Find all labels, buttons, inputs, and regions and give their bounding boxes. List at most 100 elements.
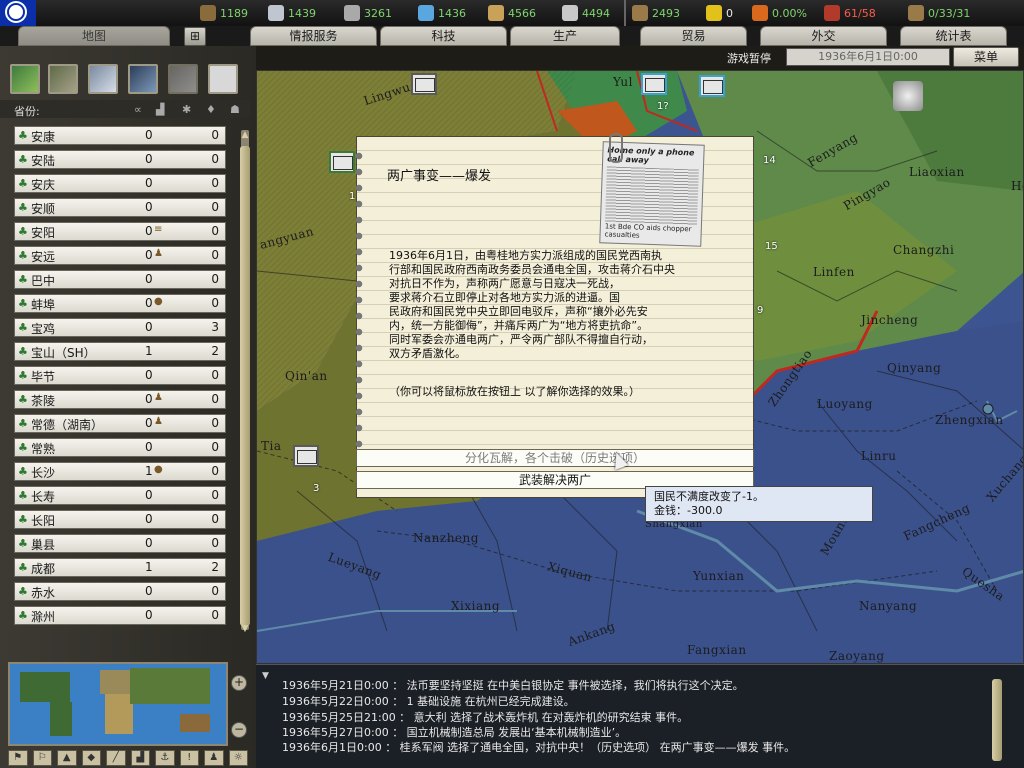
resource-value: 1189 — [220, 6, 248, 20]
tab-statistics[interactable]: 统计表 — [900, 26, 1007, 46]
province-row[interactable]: ♣ 巴中 0 0 — [14, 270, 226, 289]
province-row[interactable]: ♣ 长阳 0 0 — [14, 510, 226, 529]
resource-item[interactable]: 61/58 — [824, 4, 876, 22]
resource-item[interactable]: 4566 — [488, 4, 536, 22]
settings-filter-icon[interactable]: ☼ — [228, 750, 248, 766]
unit-counter-icon[interactable] — [641, 73, 667, 95]
province-row[interactable]: ♣ 长沙 1 ● 0 — [14, 462, 226, 481]
province-row[interactable]: ♣ 安庆 0 0 — [14, 174, 226, 193]
province-row[interactable]: ♣ 长寿 0 0 — [14, 486, 226, 505]
province-name: 宝鸡 — [31, 322, 56, 336]
terrain-mode-icon[interactable] — [10, 64, 40, 94]
resource-item[interactable]: 1189 — [200, 4, 248, 22]
province-row[interactable]: ♣ 成都 1 2 — [14, 558, 226, 577]
event-choice-historical[interactable]: 分化瓦解，各个击破（历史选项） — [356, 449, 754, 467]
province-row[interactable]: ♣ 安阳 0 ≡ 0 — [14, 222, 226, 241]
tab-map[interactable]: 地图 — [18, 26, 170, 46]
province-value-2: 0 — [211, 584, 219, 598]
navy-mode-icon[interactable] — [128, 64, 158, 94]
resource-item[interactable]: 2493 — [632, 4, 680, 22]
resource-item[interactable]: 0/33/31 — [908, 4, 970, 22]
resource-item[interactable]: 0.00% — [752, 4, 807, 22]
resource-value: 4494 — [582, 6, 610, 20]
oil-icon[interactable]: ♦ — [206, 103, 216, 116]
unit-counter-icon[interactable] — [699, 75, 725, 97]
map-label: Linru — [861, 449, 897, 463]
tooltip-line: 国民不满度改变了-1。 — [654, 490, 764, 503]
province-scroll-thumb[interactable] — [240, 146, 250, 626]
resource-item[interactable]: 0 — [706, 4, 733, 22]
army-mode-icon[interactable] — [48, 64, 78, 94]
province-name: 安庆 — [31, 178, 56, 192]
province-row[interactable]: ♣ 安康 0 0 — [14, 126, 226, 145]
province-row[interactable]: ♣ 毕节 0 0 — [14, 366, 226, 385]
industry-icon[interactable]: ▟ — [156, 103, 164, 116]
tab-diplomacy[interactable]: 外交 — [760, 26, 887, 46]
province-row[interactable]: ♣ 巢县 0 0 — [14, 534, 226, 553]
tab-production[interactable]: 生产 — [510, 26, 620, 46]
unit-filter-icon[interactable]: ♟ — [204, 750, 224, 766]
alert-filter-icon[interactable]: ! — [179, 750, 199, 766]
capital-filter-icon[interactable]: ⚐ — [32, 750, 52, 766]
manpower-icon[interactable]: ☗ — [230, 103, 240, 116]
resource-item[interactable]: 1436 — [418, 4, 466, 22]
zoom-out-icon[interactable]: − — [231, 722, 247, 738]
province-row[interactable]: ♣ 常德（湖南） 0 ♟ 0 — [14, 414, 226, 433]
unit-counter-icon[interactable] — [329, 151, 355, 173]
province-row[interactable]: ♣ 常熟 0 0 — [14, 438, 226, 457]
province-badge-icon: ● — [154, 296, 163, 307]
build-mode-icon[interactable] — [208, 64, 238, 94]
log-collapse-icon[interactable]: ▼ — [262, 671, 269, 681]
scroll-down-icon[interactable]: ▼ — [240, 624, 250, 634]
world-minimap[interactable] — [8, 662, 228, 746]
unit-counter-icon[interactable] — [411, 73, 437, 95]
province-name: 巴中 — [31, 274, 56, 288]
air-mode-icon[interactable] — [88, 64, 118, 94]
road-filter-icon[interactable]: ╱ — [106, 750, 126, 766]
province-row[interactable]: ♣ 安远 0 ♟ 0 — [14, 246, 226, 265]
log-entry: 1936年5月22日0:00 ： 1 基础设施 在杭州已经完成建设。 — [282, 695, 575, 708]
menu-button[interactable]: 菜单 — [953, 47, 1019, 67]
province-value-2: 0 — [211, 536, 219, 550]
province-row[interactable]: ♣ 蚌埠 0 ● 0 — [14, 294, 226, 313]
province-name: 安陆 — [31, 154, 56, 168]
naval-filter-icon[interactable]: ⚓ — [155, 750, 175, 766]
resource-item[interactable]: 4494 — [562, 4, 610, 22]
log-entry: 1936年5月21日0:00 ： 法币要坚持坚挺 在中美白银协定 事件被选择，我… — [282, 679, 744, 692]
province-row[interactable]: ♣ 安顺 0 0 — [14, 198, 226, 217]
province-name: 常德（湖南） — [31, 418, 104, 432]
resource-value: 0 — [726, 6, 733, 20]
resource-filter-icon[interactable]: ▲ — [57, 750, 77, 766]
map-label: Nanyang — [859, 599, 918, 613]
zoom-in-icon[interactable]: + — [231, 675, 247, 691]
province-value-1: 0 — [145, 272, 153, 286]
tab-trade[interactable]: 贸易 — [640, 26, 747, 46]
capital-building-icon[interactable] — [893, 81, 923, 111]
province-row[interactable]: ♣ 赤水 0 0 — [14, 582, 226, 601]
tab-technology[interactable]: 科技 — [380, 26, 507, 46]
supply-filter-icon[interactable]: ◆ — [81, 750, 101, 766]
province-row[interactable]: ♣ 安陆 0 0 — [14, 150, 226, 169]
unit-stack-count: 3 — [313, 483, 320, 494]
resource-item[interactable]: 3261 — [344, 4, 392, 22]
province-name: 安远 — [31, 250, 56, 264]
map-toggle-button[interactable]: ⊞ — [184, 27, 206, 46]
province-row[interactable]: ♣ 滁州 0 0 — [14, 606, 226, 625]
flag-filter-icon[interactable]: ⚑ — [8, 750, 28, 766]
log-scrollbar[interactable] — [992, 679, 1002, 761]
resource-value: 2493 — [652, 6, 680, 20]
unit-counter-icon[interactable] — [293, 445, 319, 467]
tab-intelligence[interactable]: 情报服务 — [250, 26, 377, 46]
scroll-up-icon[interactable]: ▲ — [240, 130, 250, 140]
resource-item[interactable]: 1439 — [268, 4, 316, 22]
province-row[interactable]: ♣ 茶陵 0 ♟ 0 — [14, 390, 226, 409]
aa-icon[interactable]: ✱ — [182, 103, 191, 116]
leaf-icon: ♣ — [18, 273, 28, 286]
province-row[interactable]: ♣ 宝鸡 0 3 — [14, 318, 226, 337]
nation-flag-icon[interactable] — [0, 0, 36, 26]
infra-icon[interactable]: ∝ — [134, 103, 142, 116]
factory-filter-icon[interactable]: ▟ — [130, 750, 150, 766]
leader-mode-icon[interactable] — [168, 64, 198, 94]
province-row[interactable]: ♣ 宝山（SH） 1 2 — [14, 342, 226, 361]
province-value-2: 0 — [211, 608, 219, 622]
